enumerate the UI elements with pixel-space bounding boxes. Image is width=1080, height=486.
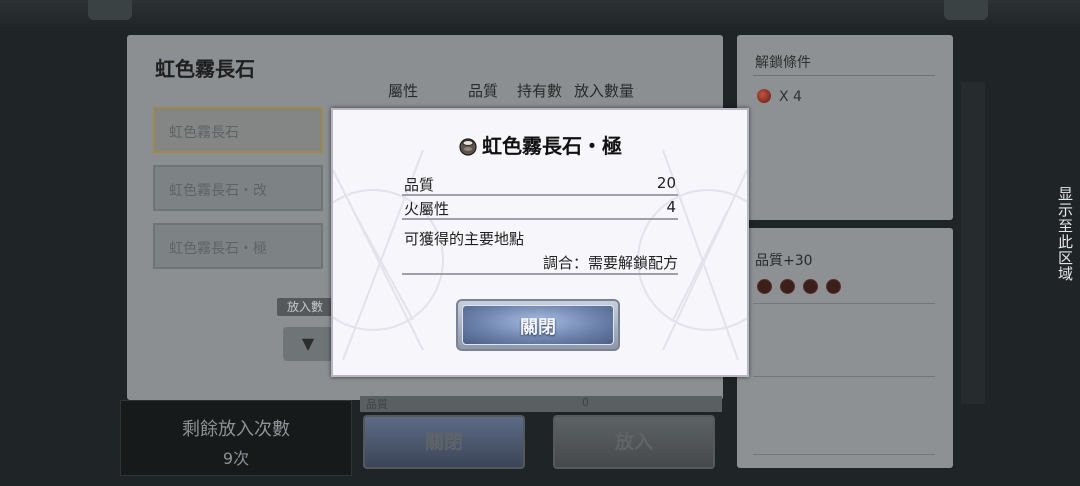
- top-tab-right: [944, 0, 988, 20]
- unlock-count: X 4: [779, 89, 802, 105]
- quality-strip: 品質 0: [360, 396, 722, 412]
- location-title: 可獲得的主要地點: [404, 230, 525, 248]
- dialog-title-row: 虹色霧長石・極: [333, 130, 747, 159]
- dialog-close-button[interactable]: 關閉: [456, 299, 620, 351]
- side-bar: [961, 82, 985, 404]
- location-value: 調合：需要解鎖配方: [542, 254, 678, 272]
- material-item-label: 虹色霧長石・極: [169, 241, 267, 257]
- unlock-title: 解鎖條件: [755, 55, 811, 71]
- display-area-hint: 显示至此区域: [1056, 186, 1074, 282]
- put-count-label: 放入數: [277, 298, 333, 316]
- put-count-down-button[interactable]: ▼: [283, 327, 333, 361]
- dialog-title: 虹色霧長石・極: [482, 134, 622, 158]
- top-tab-left: [88, 0, 132, 20]
- material-item[interactable]: 虹色霧長石・改: [153, 165, 323, 211]
- quality-dot: [803, 279, 818, 294]
- strip-label: 品質: [366, 398, 388, 411]
- quality-bonus-title: 品質+30: [755, 253, 813, 269]
- column-quality: 品質: [468, 82, 499, 100]
- divider: [753, 454, 935, 455]
- item-detail-dialog: 虹色霧長石・極 品質 20 火屬性 4 可獲得的主要地點 調合：需要解鎖配方 關…: [331, 108, 749, 377]
- panel-title: 虹色霧長石: [155, 57, 255, 81]
- column-put-count: 放入數量: [574, 82, 635, 100]
- remaining-count-title: 剩餘放入次數: [182, 419, 290, 440]
- divider: [753, 75, 935, 76]
- strip-value: 0: [582, 396, 589, 409]
- dialog-close-label: 關閉: [520, 317, 556, 338]
- divider: [402, 194, 678, 196]
- material-icon: [757, 89, 771, 103]
- pot-icon: [459, 138, 477, 156]
- close-button[interactable]: 關閉: [363, 415, 525, 469]
- stat-row: 品質 20: [402, 174, 678, 196]
- remaining-count-box: 剩餘放入次數 9次: [120, 400, 352, 476]
- material-item[interactable]: 虹色霧長石: [153, 107, 323, 153]
- stat-row: 火屬性 4: [402, 198, 678, 220]
- stat-key: 品質: [404, 176, 435, 194]
- material-item-label: 虹色霧長石: [169, 125, 239, 141]
- divider: [402, 273, 678, 275]
- column-attribute: 屬性: [388, 82, 419, 100]
- material-item[interactable]: 虹色霧長石・極: [153, 223, 323, 269]
- stat-key: 火屬性: [404, 200, 450, 218]
- divider: [753, 376, 935, 377]
- top-bar: [0, 0, 1080, 30]
- unlock-panel: 解鎖條件 X 4: [737, 35, 953, 220]
- quality-dot: [757, 279, 772, 294]
- material-item-label: 虹色霧長石・改: [169, 183, 267, 199]
- quality-dots: [757, 279, 841, 294]
- remaining-count-value: 9次: [222, 449, 250, 468]
- stat-value: 4: [666, 198, 676, 216]
- divider: [402, 218, 678, 220]
- quality-panel: 品質+30: [737, 228, 953, 468]
- column-owned: 持有數: [517, 82, 563, 100]
- quality-dot: [780, 279, 795, 294]
- divider: [753, 303, 935, 304]
- quality-dot: [826, 279, 841, 294]
- stat-value: 20: [656, 174, 676, 192]
- put-button[interactable]: 放入: [553, 415, 715, 469]
